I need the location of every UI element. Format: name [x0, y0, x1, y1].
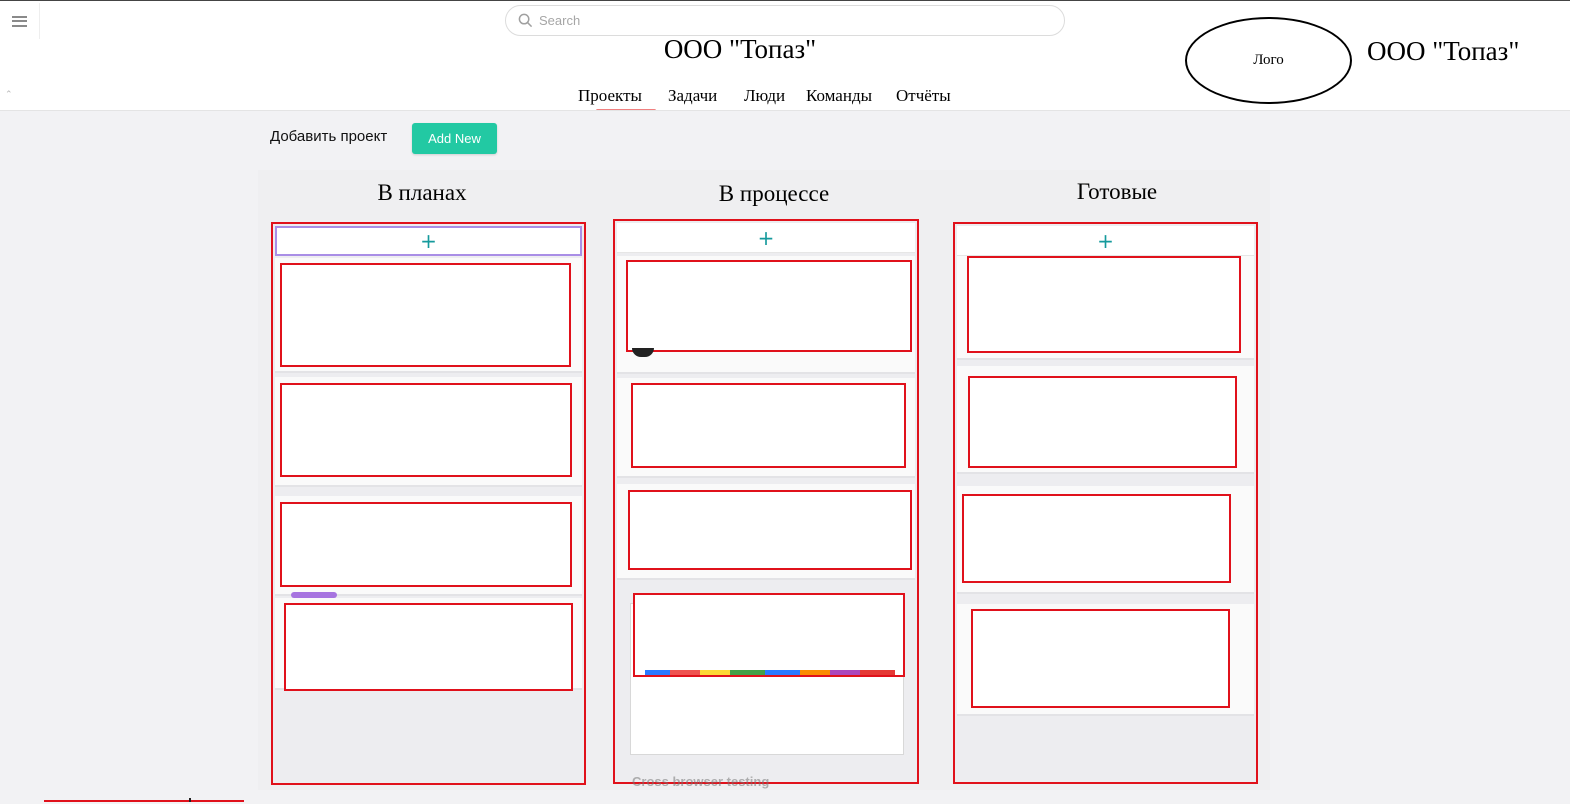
- add-project-label: Добавить проект: [270, 128, 388, 145]
- bottom-divider: [44, 798, 244, 802]
- partial-card-title: Cross browser testing: [632, 774, 770, 789]
- add-card-button[interactable]: +: [275, 226, 582, 256]
- project-card[interactable]: [631, 383, 906, 468]
- project-card[interactable]: [626, 260, 912, 352]
- main-nav: Проекты Задачи Люди Команды Отчёты: [578, 86, 966, 112]
- project-card[interactable]: [284, 603, 573, 691]
- add-new-button[interactable]: Add New: [412, 123, 497, 154]
- search-icon: [518, 13, 533, 28]
- tab-projects[interactable]: Проекты: [578, 86, 668, 112]
- project-card[interactable]: [962, 494, 1231, 583]
- search-box[interactable]: [505, 5, 1065, 36]
- plus-icon: +: [420, 229, 437, 253]
- company-title: ООО "Топаз": [663, 34, 817, 64]
- collapse-chevron-icon[interactable]: ⌃: [5, 90, 13, 100]
- card-label-tag: [291, 592, 337, 598]
- menu-icon: [12, 15, 27, 27]
- search-input[interactable]: [539, 13, 1009, 28]
- column-title-planned: В планах: [377, 180, 467, 205]
- add-card-button[interactable]: +: [957, 226, 1254, 256]
- project-card[interactable]: [280, 502, 572, 587]
- tab-teams[interactable]: Команды: [806, 86, 896, 112]
- add-card-button[interactable]: +: [617, 223, 915, 253]
- column-title-in-progress: В процессе: [718, 181, 830, 206]
- project-card[interactable]: [967, 256, 1241, 353]
- project-card[interactable]: [971, 609, 1230, 708]
- project-card[interactable]: [628, 490, 912, 570]
- logo-label: Лого: [1253, 52, 1284, 68]
- project-card[interactable]: [633, 593, 905, 677]
- plus-icon: +: [757, 225, 775, 250]
- plus-icon: +: [1097, 228, 1114, 253]
- tab-people[interactable]: Люди: [744, 86, 806, 112]
- company-title-right: ООО "Топаз": [1367, 36, 1520, 66]
- tab-reports[interactable]: Отчёты: [896, 86, 966, 112]
- menu-button[interactable]: [0, 3, 40, 39]
- column-title-done: Готовые: [1076, 179, 1158, 204]
- project-card[interactable]: [968, 376, 1237, 468]
- logo[interactable]: Лого: [1185, 17, 1352, 104]
- project-card[interactable]: [280, 263, 571, 367]
- card-color-strip: [645, 670, 895, 675]
- tab-tasks[interactable]: Задачи: [668, 86, 744, 112]
- project-card[interactable]: [280, 383, 572, 477]
